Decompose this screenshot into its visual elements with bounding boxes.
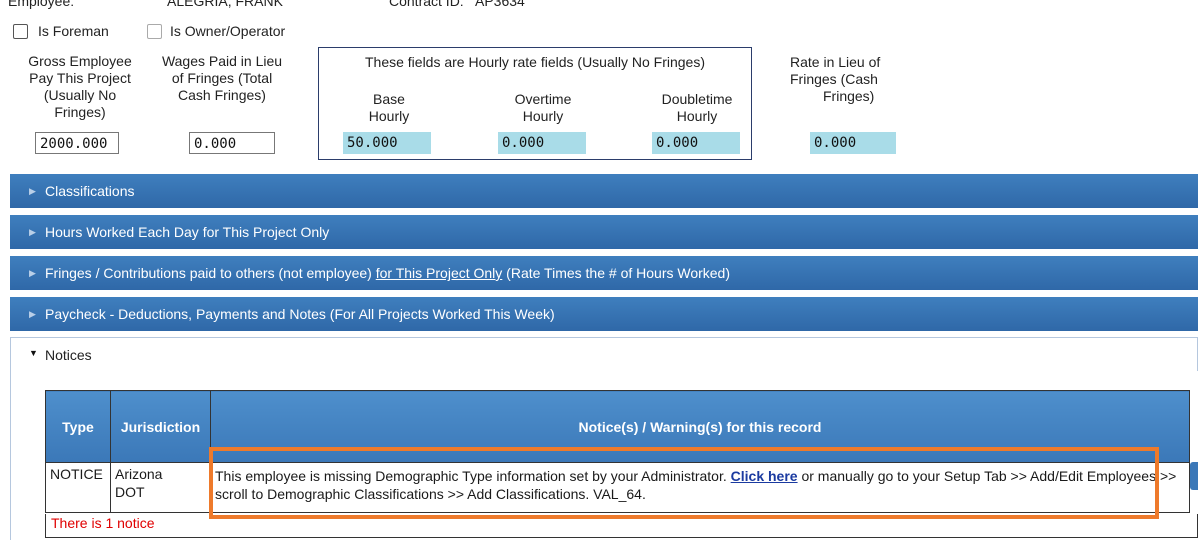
table-row: NOTICE Arizona DOT This employee is miss… (45, 462, 1190, 513)
employee-name: ALEGRIA, FRANK (167, 0, 283, 9)
base-hourly-label: Base Hourly (349, 91, 429, 125)
wages-in-lieu-label-line: of Fringes (Total (171, 70, 273, 86)
fringes-text: (Rate Times the # of Hours Worked) (502, 265, 731, 281)
gross-pay-label: Gross Employee Pay This Project (Usually… (15, 53, 145, 121)
section-notices-label: Notices (45, 347, 92, 363)
doubletime-hourly-input[interactable]: 0.000 (652, 132, 740, 154)
col-notice: Notice(s) / Warning(s) for this record (210, 390, 1190, 463)
notice-text: This employee is missing Demographic Typ… (215, 468, 731, 484)
is-foreman-label: Is Foreman (38, 23, 109, 39)
wages-in-lieu-label-line: Cash Fringes) (178, 87, 266, 103)
click-here-link[interactable]: Click here (731, 468, 798, 484)
section-classifications[interactable]: ▶ Classifications (10, 174, 1198, 208)
expand-arrow-icon: ▶ (29, 186, 36, 196)
contract-id: AP3634 (475, 0, 525, 9)
section-paycheck-label: Paycheck - Deductions, Payments and Note… (45, 306, 555, 322)
rate-in-lieu-label-line: Fringes (Cash (790, 71, 878, 87)
section-fringes-label: Fringes / Contributions paid to others (… (45, 256, 730, 290)
section-hours-label: Hours Worked Each Day for This Project O… (45, 224, 330, 240)
row-action-button[interactable] (1190, 462, 1198, 490)
gross-pay-input[interactable]: 2000.000 (35, 132, 119, 154)
section-hours-worked[interactable]: ▶ Hours Worked Each Day for This Project… (10, 215, 1198, 249)
overtime-hourly-label-line: Overtime (514, 91, 572, 107)
wages-in-lieu-label-line: Wages Paid in Lieu (161, 53, 283, 69)
jurisdiction-line: DOT (115, 484, 145, 500)
rate-in-lieu-label-line: Rate in Lieu of (790, 54, 881, 70)
wages-in-lieu-input[interactable]: 0.000 (189, 132, 275, 154)
section-classifications-label: Classifications (45, 183, 135, 199)
notice-type: NOTICE (45, 462, 111, 513)
section-paycheck[interactable]: ▶ Paycheck - Deductions, Payments and No… (10, 297, 1198, 331)
overtime-hourly-input[interactable]: 0.000 (498, 132, 586, 154)
doubletime-hourly-label: Doubletime Hourly (648, 91, 746, 125)
jurisdiction-line: Arizona (115, 466, 163, 482)
fringes-project-link[interactable]: for This Project Only (376, 265, 503, 281)
overtime-hourly-label-line: Hourly (522, 108, 564, 124)
notices-table-header: Type Jurisdiction Notice(s) / Warning(s)… (45, 390, 1190, 463)
wages-in-lieu-label: Wages Paid in Lieu of Fringes (Total Cas… (158, 53, 286, 104)
base-hourly-input[interactable]: 50.000 (343, 132, 431, 154)
base-hourly-label-line: Base (373, 91, 405, 107)
col-type: Type (45, 390, 111, 463)
is-owner-operator-label: Is Owner/Operator (170, 23, 286, 39)
rate-in-lieu-input[interactable]: 0.000 (810, 132, 896, 154)
col-jurisdiction: Jurisdiction (110, 390, 211, 463)
notices-table: Type Jurisdiction Notice(s) / Warning(s)… (45, 390, 1190, 513)
expand-arrow-icon: ▶ (29, 227, 36, 237)
gross-pay-label-line: (Usually No (43, 87, 117, 103)
notice-jurisdiction: Arizona DOT (110, 462, 211, 513)
doubletime-hourly-label-line: Hourly (676, 108, 718, 124)
overtime-hourly-label: Overtime Hourly (501, 91, 585, 125)
contract-label: Contract ID: (389, 0, 464, 9)
gross-pay-label-line: Gross Employee (28, 53, 132, 69)
gross-pay-label-line: Pay This Project (29, 70, 131, 86)
doubletime-hourly-label-line: Doubletime (661, 91, 733, 107)
rate-in-lieu-label: Rate in Lieu of Fringes (Cash Fringes) (790, 54, 908, 105)
section-notices[interactable]: ▼ Notices (10, 337, 1198, 371)
fringes-text: Fringes / Contributions paid to others (… (45, 265, 376, 281)
collapse-arrow-icon: ▼ (29, 348, 38, 358)
hourly-box-title: These fields are Hourly rate fields (Usu… (364, 54, 705, 70)
notice-count: There is 1 notice (45, 514, 1198, 538)
expand-arrow-icon: ▶ (29, 268, 36, 278)
notice-message: This employee is missing Demographic Typ… (210, 462, 1190, 513)
is-owner-operator-checkbox[interactable] (147, 24, 162, 39)
base-hourly-label-line: Hourly (368, 108, 410, 124)
expand-arrow-icon: ▶ (29, 309, 36, 319)
rate-in-lieu-label-line: Fringes) (823, 88, 875, 104)
is-foreman-checkbox[interactable] (13, 24, 28, 39)
section-fringes[interactable]: ▶ Fringes / Contributions paid to others… (10, 256, 1198, 290)
employee-label: Employee: (8, 0, 75, 9)
gross-pay-label-line: Fringes) (54, 104, 106, 120)
